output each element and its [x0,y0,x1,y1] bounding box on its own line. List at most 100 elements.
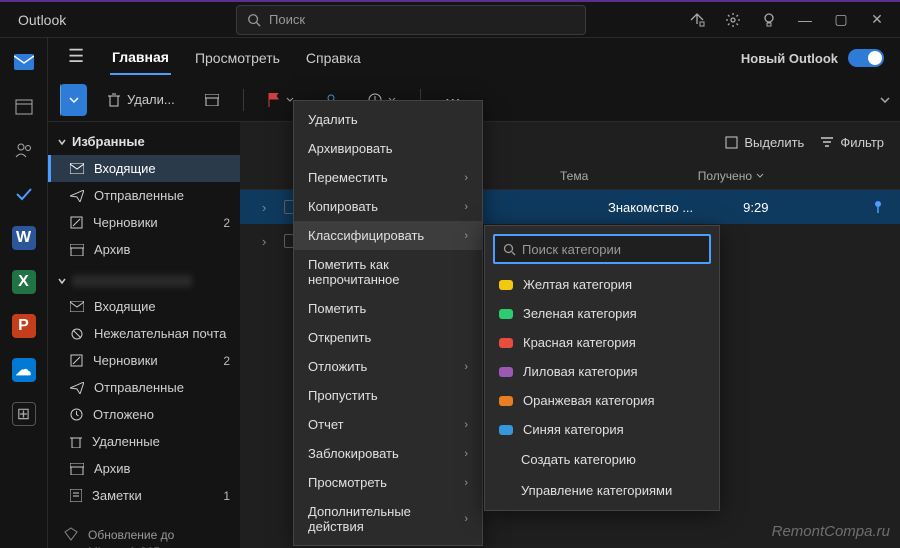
folder-archive[interactable]: Архив [48,455,240,482]
rail-people[interactable] [12,138,36,162]
ctx-unpin[interactable]: Открепить [294,323,482,352]
maximize-button[interactable]: ▢ [832,11,850,28]
swatch-yellow [499,280,513,290]
tab-help[interactable]: Справка [304,42,363,74]
ctx-move[interactable]: Переместить› [294,163,482,192]
folder-junk[interactable]: Нежелательная почта [48,320,240,347]
rail-calendar[interactable] [12,94,36,118]
swatch-purple [499,367,513,377]
diamond-icon [64,527,78,548]
new-outlook-toggle[interactable]: Новый Outlook [741,49,884,67]
manage-categories[interactable]: Управление категориями [485,475,719,506]
ctx-ignore[interactable]: Пропустить [294,381,482,410]
swatch-orange [499,396,513,406]
rail-todo[interactable] [12,182,36,206]
new-message-button[interactable]: Новое сообщение [60,84,87,116]
category-green[interactable]: Зеленая категория [485,299,719,328]
account-section[interactable] [48,269,240,293]
swatch-red [499,338,513,348]
delete-button[interactable]: Удали... [97,92,185,107]
rail-powerpoint[interactable]: P [12,314,36,338]
folder-sent[interactable]: Отправленные [48,374,240,401]
swatch-blue [499,425,513,435]
category-search-placeholder: Поиск категории [522,242,621,257]
archive-icon [70,244,84,256]
delete-label: Удали... [127,92,175,107]
upgrade-prompt[interactable]: Обновление до Microsoft 365 с премиум- [48,515,240,548]
category-search-input[interactable]: Поиск категории [493,234,711,264]
category-orange[interactable]: Оранжевая категория [485,386,719,415]
column-received[interactable]: Получено [698,169,764,183]
folder-drafts-fav[interactable]: Черновики 2 [48,209,240,236]
ctx-categorize[interactable]: Классифицировать› [294,221,482,250]
expand-ribbon[interactable] [880,97,890,103]
ctx-archive[interactable]: Архивировать [294,134,482,163]
folder-pane: Избранные Входящие Отправленные Черновик… [48,122,240,548]
archive-icon [70,463,84,475]
filter-button[interactable]: Фильтр [820,135,884,150]
minimize-button[interactable]: — [796,12,814,28]
sent-icon [70,382,84,394]
folder-sent-fav[interactable]: Отправленные [48,182,240,209]
inbox-icon [70,163,84,174]
ctx-report[interactable]: Отчет› [294,410,482,439]
folder-deleted[interactable]: Удаленные [48,428,240,455]
ctx-block[interactable]: Заблокировать› [294,439,482,468]
ctx-snooze[interactable]: Отложить› [294,352,482,381]
create-category[interactable]: Создать категорию [485,444,719,475]
chevron-right-icon: › [262,200,274,215]
folder-notes[interactable]: Заметки 1 [48,482,240,509]
folder-snoozed[interactable]: Отложено [48,401,240,428]
column-subject[interactable]: Тема [560,169,588,183]
lightbulb-icon[interactable] [760,12,778,28]
filter-icon [820,136,834,148]
rail-onedrive[interactable]: ☁ [12,358,36,382]
app-name: Outlook [18,12,218,28]
search-input[interactable]: Поиск [236,5,586,35]
search-placeholder: Поиск [269,12,305,27]
rail-excel[interactable]: X [12,270,36,294]
rail-more-apps[interactable]: ⊞ [12,402,36,426]
folder-inbox-fav[interactable]: Входящие [48,155,240,182]
favorites-label: Избранные [72,134,145,149]
ctx-copy[interactable]: Копировать› [294,192,482,221]
tab-home[interactable]: Главная [110,41,171,75]
rail-word[interactable]: W [12,226,36,250]
rail-mail[interactable] [12,50,36,74]
select-icon [725,136,738,149]
message-subject: Знакомство ... [608,200,693,215]
app-rail: W X P ☁ ⊞ [0,38,48,548]
tab-view[interactable]: Просмотреть [193,42,282,74]
toggle-switch[interactable] [848,49,884,67]
category-red[interactable]: Красная категория [485,328,719,357]
gear-icon[interactable] [724,12,742,28]
sync-icon[interactable] [688,12,706,28]
pin-icon[interactable] [872,200,884,214]
ctx-more-actions[interactable]: Дополнительные действия› [294,497,482,541]
new-message-caret[interactable] [60,84,87,116]
ctx-delete[interactable]: Удалить [294,105,482,134]
folder-inbox[interactable]: Входящие [48,293,240,320]
category-blue[interactable]: Синяя категория [485,415,719,444]
notes-icon [70,489,82,502]
category-yellow[interactable]: Желтая категория [485,270,719,299]
archive-button[interactable] [195,94,229,106]
drafts-icon [70,354,83,367]
swatch-green [499,309,513,319]
folder-drafts[interactable]: Черновики 2 [48,347,240,374]
select-button[interactable]: Выделить [725,135,804,150]
close-button[interactable]: ✕ [868,11,886,28]
junk-icon [70,328,84,340]
ctx-mark-unread[interactable]: Пометить как непрочитанное [294,250,482,294]
folder-archive-fav[interactable]: Архив [48,236,240,263]
category-purple[interactable]: Лиловая категория [485,357,719,386]
search-icon [503,243,516,256]
drafts-icon [70,216,83,229]
ctx-flag[interactable]: Пометить [294,294,482,323]
favorites-section[interactable]: Избранные [48,128,240,155]
archive-icon [205,94,219,106]
ctx-view[interactable]: Просмотреть› [294,468,482,497]
hamburger-icon[interactable]: ☰ [68,46,84,67]
inbox-icon [70,301,84,312]
flag-icon [268,93,280,107]
